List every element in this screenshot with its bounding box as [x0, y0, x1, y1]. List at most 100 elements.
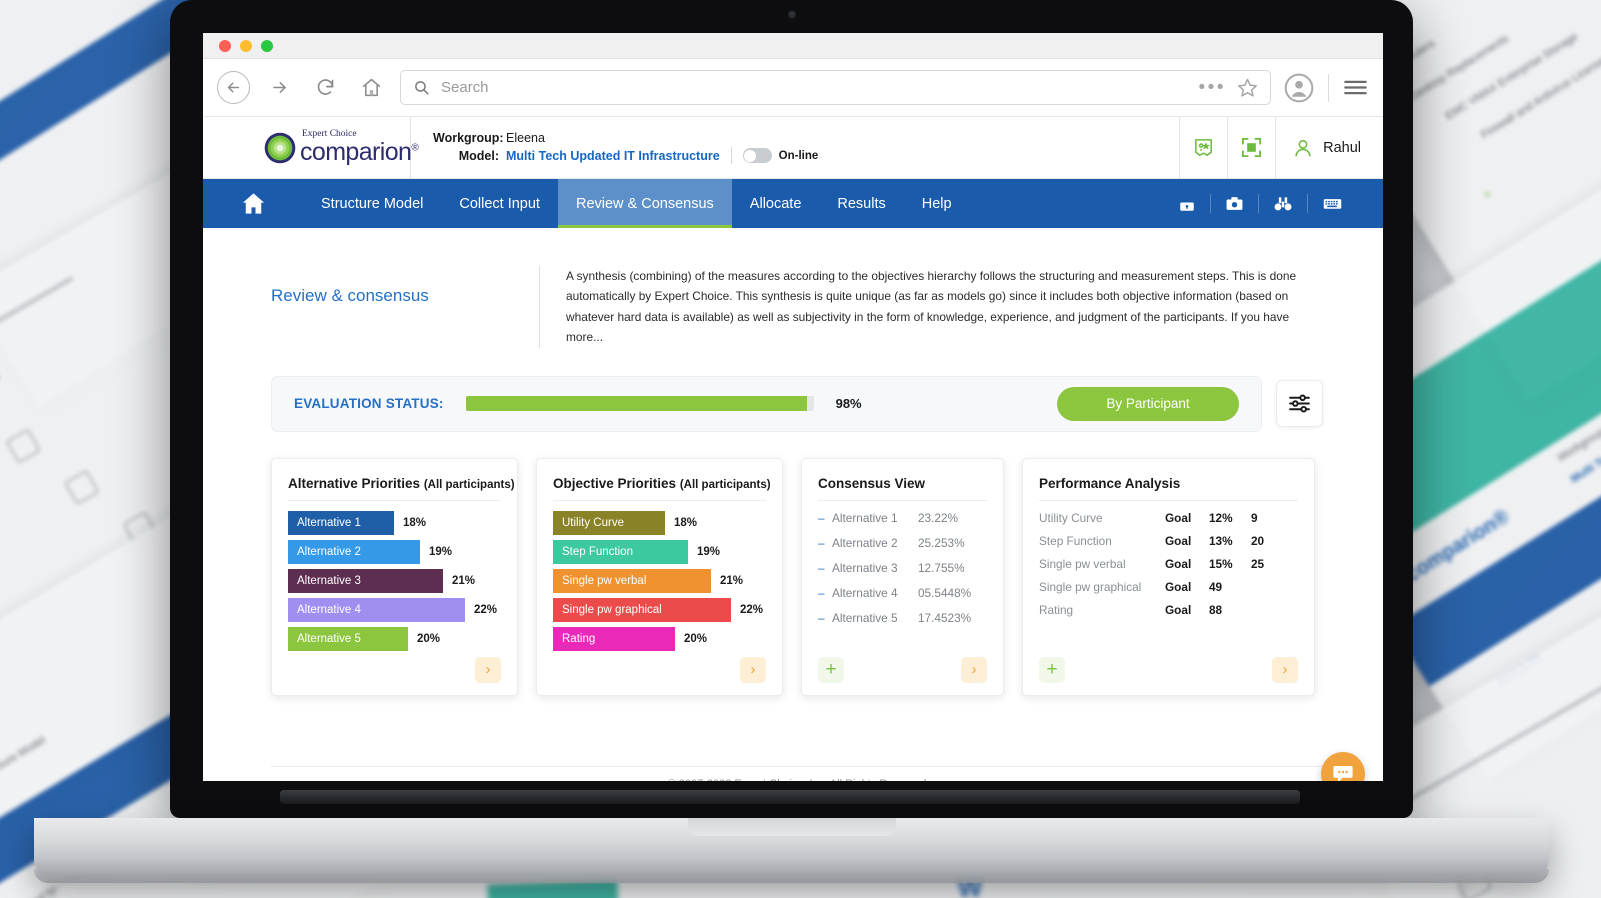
consensus-row[interactable]: – Alternative 5 17.4523%	[818, 611, 987, 625]
laptop-mockup: Search ••• Expert Choice comparion® Work…	[34, 0, 1549, 883]
app-logo[interactable]: Expert Choice comparion®	[203, 117, 419, 178]
nav-item-help[interactable]: Help	[904, 179, 970, 228]
chat-bubble-icon[interactable]	[1321, 752, 1365, 781]
performance-row[interactable]: Utility Curve Goal 12% 9	[1039, 511, 1298, 525]
by-participant-button[interactable]: By Participant	[1057, 386, 1239, 421]
nav-label: Structure Model	[321, 195, 424, 212]
performance-goal: Goal	[1165, 533, 1192, 548]
nav-item-results[interactable]: Results	[819, 179, 903, 228]
objective-priority-percent: 18%	[674, 516, 698, 529]
window-maximize-button[interactable]	[261, 39, 273, 52]
performance-number: 20	[1251, 533, 1265, 548]
site-map-icon[interactable]	[1179, 117, 1227, 178]
intro-section: Review & consensus A synthesis (combinin…	[203, 228, 1383, 348]
objective-priority-row: Step Function 19%	[553, 539, 766, 564]
plus-icon[interactable]: +	[818, 656, 844, 683]
logo-wordmark-text: comparion	[300, 137, 412, 166]
consensus-row[interactable]: – Alternative 2 25.253%	[818, 536, 987, 550]
alternative-priority-percent: 18%	[403, 516, 427, 529]
card-footer: + ›	[818, 656, 987, 683]
consensus-dash-icon: –	[818, 510, 825, 525]
card-title: Consensus View	[818, 476, 987, 491]
consensus-row[interactable]: – Alternative 1 23.22%	[818, 511, 987, 525]
online-toggle[interactable]	[742, 148, 772, 163]
consensus-row[interactable]: – Alternative 4 05.5448%	[818, 586, 987, 600]
laptop-trackpad-notch	[687, 818, 896, 836]
consensus-name: Alternative 5	[832, 610, 898, 625]
performance-name: Utility Curve	[1039, 510, 1103, 525]
model-value-link[interactable]: Multi Tech Updated IT Infrastructure	[506, 149, 720, 163]
lock-icon[interactable]	[1164, 195, 1210, 213]
alternative-priority-row: Alternative 2 19%	[288, 539, 501, 564]
account-circle-icon[interactable]	[1283, 72, 1315, 104]
performance-row[interactable]: Single pw graphical Goal 49	[1039, 580, 1298, 594]
performance-row[interactable]: Step Function Goal 13% 20	[1039, 534, 1298, 548]
plus-icon[interactable]: +	[1039, 656, 1065, 683]
alternative-priority-bar[interactable]: Alternative 5	[288, 626, 408, 651]
performance-percent: 15%	[1209, 556, 1233, 571]
camera-icon[interactable]	[1211, 194, 1258, 213]
alternative-priority-percent: 21%	[452, 574, 476, 587]
back-arrow-icon[interactable]	[217, 71, 250, 104]
chevron-right-icon[interactable]: ›	[740, 656, 766, 683]
ellipsis-icon[interactable]: •••	[1199, 78, 1226, 97]
performance-row[interactable]: Rating Goal 88	[1039, 603, 1298, 617]
chevron-right-icon[interactable]: ›	[1272, 656, 1298, 683]
consensus-row[interactable]: – Alternative 3 12.755%	[818, 561, 987, 575]
binoculars-icon[interactable]	[1259, 194, 1307, 214]
alternative-priority-bar[interactable]: Alternative 2	[288, 539, 420, 564]
nav-item-review-consensus[interactable]: Review & Consensus	[557, 179, 732, 237]
alternative-priority-percent: 22%	[474, 603, 498, 616]
settings-button[interactable]	[1276, 380, 1323, 428]
window-minimize-button[interactable]	[240, 39, 252, 52]
app-header: Expert Choice comparion® Workgroup: Elee…	[203, 117, 1383, 179]
chevron-right-icon[interactable]: ›	[475, 656, 501, 683]
home-icon[interactable]	[354, 71, 388, 105]
chevron-right-icon[interactable]: ›	[961, 656, 987, 683]
alternative-priority-bar[interactable]: Alternative 3	[288, 568, 443, 593]
nav-label: Results	[837, 195, 886, 212]
consensus-value: 05.5448%	[918, 585, 972, 600]
model-divider	[730, 147, 732, 164]
performance-percent: 13%	[1209, 533, 1233, 548]
window-close-button[interactable]	[219, 39, 231, 52]
consensus-name: Alternative 3	[832, 560, 898, 575]
user-account[interactable]: Rahul	[1275, 117, 1383, 178]
alternative-priority-bar[interactable]: Alternative 4	[288, 597, 465, 622]
search-input[interactable]: Search •••	[400, 70, 1271, 105]
objective-priority-bar[interactable]: Rating	[553, 626, 675, 651]
consensus-dash-icon: –	[818, 535, 825, 550]
card-title: Objective Priorities (All participants)	[553, 476, 771, 491]
objective-priority-bar[interactable]: Single pw graphical	[553, 597, 731, 622]
evaluation-status-panel: EVALUATION STATUS: 98% By Participant	[271, 375, 1262, 432]
performance-goal: Goal	[1165, 579, 1192, 594]
nav-tools	[1164, 179, 1383, 228]
fullscreen-icon[interactable]	[1227, 117, 1275, 178]
keyboard-icon[interactable]	[1308, 193, 1357, 214]
nav-item-collect-input[interactable]: Collect Input	[441, 179, 558, 228]
performance-row[interactable]: Single pw verbal Goal 15% 25	[1039, 557, 1298, 571]
nav-item-allocate[interactable]: Allocate	[732, 179, 820, 228]
performance-number: 25	[1251, 556, 1265, 571]
alternative-priority-bar[interactable]: Alternative 1	[288, 510, 394, 535]
search-icon	[415, 81, 429, 95]
alternative-priority-percent: 19%	[429, 545, 453, 558]
forward-arrow-icon[interactable]	[262, 71, 296, 105]
copyright-text: © 2007-2022 Expert Choice, Inc. All Righ…	[668, 778, 927, 781]
objective-priority-row: Single pw verbal 21%	[553, 568, 766, 593]
performance-name: Single pw graphical	[1039, 579, 1142, 594]
nav-item-structure-model[interactable]: Structure Model	[303, 179, 441, 228]
logo-wordmark: comparion®	[300, 137, 419, 166]
page-title: Review & consensus	[271, 286, 429, 305]
hamburger-menu-icon[interactable]	[1342, 74, 1369, 101]
objective-priority-bar[interactable]: Single pw verbal	[553, 568, 711, 593]
consensus-name: Alternative 2	[832, 535, 898, 550]
nav-home-button[interactable]	[203, 179, 303, 228]
star-icon[interactable]	[1237, 77, 1258, 98]
objective-priority-bar[interactable]: Step Function	[553, 539, 688, 564]
objective-priority-bar[interactable]: Utility Curve	[553, 510, 665, 535]
page-content: Review & consensus A synthesis (combinin…	[203, 228, 1383, 781]
laptop-hinge	[280, 790, 1300, 804]
evaluation-status-label: EVALUATION STATUS:	[294, 396, 444, 412]
reload-icon[interactable]	[308, 71, 342, 105]
